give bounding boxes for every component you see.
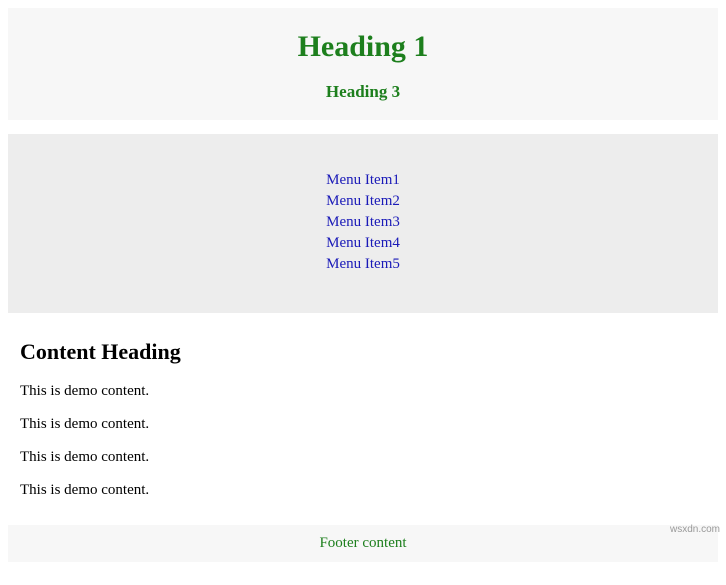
content-paragraph: This is demo content. — [20, 482, 716, 499]
menu-item-1[interactable]: Menu Item1 — [8, 170, 718, 191]
header: Heading 1 Heading 3 — [8, 8, 718, 120]
menu-item-2[interactable]: Menu Item2 — [8, 191, 718, 212]
watermark: wsxdn.com — [670, 524, 720, 535]
footer: Footer content — [8, 525, 718, 562]
menu-item-4[interactable]: Menu Item4 — [8, 233, 718, 254]
menu-item-3[interactable]: Menu Item3 — [8, 212, 718, 233]
content-paragraph: This is demo content. — [20, 449, 716, 466]
content-section: Content Heading This is demo content. Th… — [0, 313, 726, 525]
nav-menu: Menu Item1 Menu Item2 Menu Item3 Menu It… — [8, 134, 718, 313]
footer-text: Footer content — [319, 535, 406, 551]
heading-1: Heading 1 — [8, 30, 718, 64]
content-paragraph: This is demo content. — [20, 416, 716, 433]
heading-3: Heading 3 — [8, 82, 718, 102]
content-paragraph: This is demo content. — [20, 383, 716, 400]
content-heading: Content Heading — [20, 339, 716, 365]
menu-item-5[interactable]: Menu Item5 — [8, 254, 718, 275]
